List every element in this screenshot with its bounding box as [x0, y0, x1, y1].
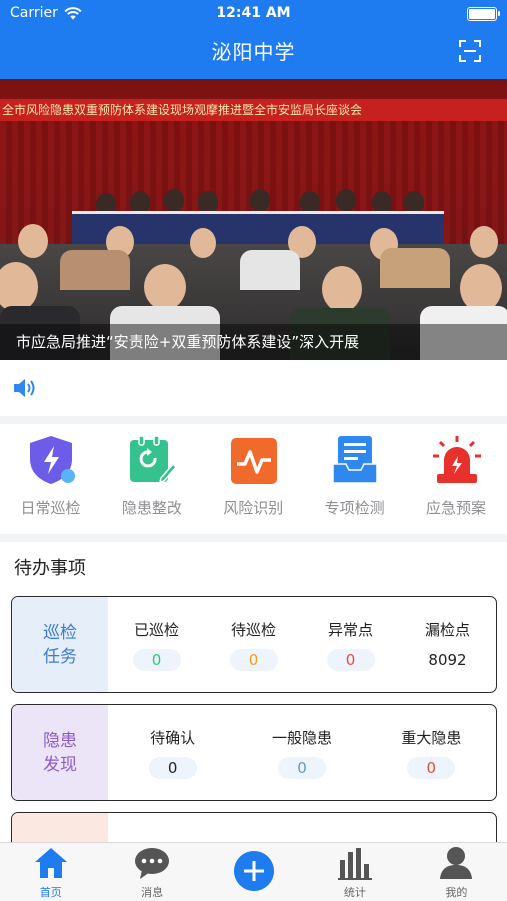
banner-caption: 市应急局推进“安责险+双重预防体系建设”深入开展 — [0, 324, 507, 360]
hazard-discovery-card[interactable]: 隐患发现 待确认 0 一般隐患 0 重大隐患 0 — [11, 704, 497, 801]
stat-label: 异常点 — [327, 621, 373, 639]
stat-label: 待巡检 — [230, 621, 276, 639]
card-side-label: 巡检 任务 — [12, 597, 108, 692]
status-bar: Carrier 12:41 AM — [0, 0, 507, 26]
alarm-siren-icon — [432, 436, 481, 483]
stat-label: 一般隐患 — [271, 729, 332, 747]
page-title: 泌阳中学 — [211, 40, 296, 64]
bar-chart-icon — [337, 848, 372, 880]
card-side-line: 巡检 — [43, 622, 77, 643]
menu-label: 专项检测 — [324, 499, 385, 517]
stat-general-hazard[interactable]: 一般隐患 0 — [237, 705, 366, 800]
document-tray-icon — [332, 436, 378, 484]
todo-section: 待办事项 巡检 任务 已巡检 0 待巡检 0 异常点 0 漏检点 8092 隐患… — [0, 542, 507, 842]
pulse-chart-icon — [230, 438, 277, 484]
news-banner[interactable]: 全市风险隐患双重预防体系建设现场观摩推进暨全市安监局长座谈会 市应急局推进“安责… — [0, 79, 507, 360]
battery-icon — [467, 7, 500, 21]
speaker-icon — [14, 379, 35, 397]
stat-value: 0 — [277, 757, 326, 779]
function-menu: 日常巡检 隐患整改 风险识别 专项检测 应急预案 — [0, 424, 507, 534]
banner-slogan: 全市风险隐患双重预防体系建设现场观摩推进暨全市安监局长座谈会 — [0, 99, 507, 121]
tab-label: 统计 — [343, 886, 366, 899]
stat-major-hazard[interactable]: 重大隐患 0 — [367, 705, 496, 800]
partial-task-card[interactable] — [11, 812, 497, 842]
stat-inspected[interactable]: 已巡检 0 — [108, 597, 205, 692]
tab-label: 首页 — [39, 886, 62, 899]
menu-special-inspection[interactable]: 专项检测 — [304, 424, 405, 534]
stat-missed-points[interactable]: 漏检点 8092 — [399, 597, 496, 692]
user-icon — [440, 847, 473, 879]
menu-emergency-plan[interactable]: 应急预案 — [406, 424, 507, 534]
tab-messages[interactable]: 消息 — [101, 843, 202, 901]
card-side-line: 任务 — [43, 646, 77, 667]
tab-bar: 首页 消息 统计 我的 — [0, 842, 507, 901]
stat-label: 已巡检 — [133, 621, 179, 639]
stat-value: 0 — [407, 757, 456, 779]
menu-label: 风险识别 — [223, 499, 284, 517]
menu-label: 应急预案 — [426, 499, 487, 517]
stat-value: 8092 — [428, 651, 467, 669]
section-title: 待办事项 — [14, 558, 86, 579]
tab-home[interactable]: 首页 — [0, 843, 101, 901]
tab-add[interactable] — [203, 843, 304, 901]
stat-abnormal-points[interactable]: 异常点 0 — [302, 597, 399, 692]
inspection-task-card[interactable]: 巡检任务 已巡检 0 待巡检 0 异常点 0 漏检点 8092 — [11, 596, 497, 693]
stat-value: 0 — [326, 649, 375, 671]
menu-label: 日常巡检 — [20, 499, 81, 517]
card-side-label — [12, 813, 108, 842]
plus-icon — [233, 851, 274, 891]
card-side-label: 隐患 发现 — [12, 705, 108, 800]
stat-label: 重大隐患 — [401, 729, 462, 747]
menu-risk-identification[interactable]: 风险识别 — [203, 424, 304, 534]
stat-value: 0 — [148, 757, 197, 779]
tab-label: 消息 — [141, 886, 164, 899]
stat-label: 漏检点 — [424, 621, 470, 639]
tab-profile[interactable]: 我的 — [406, 843, 507, 901]
menu-label: 隐患整改 — [121, 499, 182, 517]
shield-bolt-icon — [30, 436, 75, 484]
chat-bubble-icon — [135, 848, 170, 879]
clipboard-edit-icon — [130, 435, 178, 484]
stat-pending-inspection[interactable]: 待巡检 0 — [205, 597, 302, 692]
notice-bar[interactable] — [0, 360, 507, 416]
top-bar: Carrier 12:41 AM 泌阳中学 — [0, 0, 507, 79]
stat-label: 待确认 — [150, 729, 196, 747]
card-side-line: 隐患 — [43, 730, 77, 751]
clock: 12:41 AM — [216, 5, 291, 21]
scan-icon[interactable] — [459, 40, 481, 62]
menu-daily-inspection[interactable]: 日常巡检 — [0, 424, 101, 534]
card-side-line: 发现 — [43, 754, 77, 775]
stat-pending-confirmation[interactable]: 待确认 0 — [108, 705, 237, 800]
home-icon — [34, 848, 67, 878]
stat-value: 0 — [132, 649, 181, 671]
tab-label: 我的 — [445, 886, 468, 899]
stat-value: 0 — [229, 649, 278, 671]
tab-statistics[interactable]: 统计 — [304, 843, 405, 901]
menu-hazard-rectification[interactable]: 隐患整改 — [101, 424, 202, 534]
